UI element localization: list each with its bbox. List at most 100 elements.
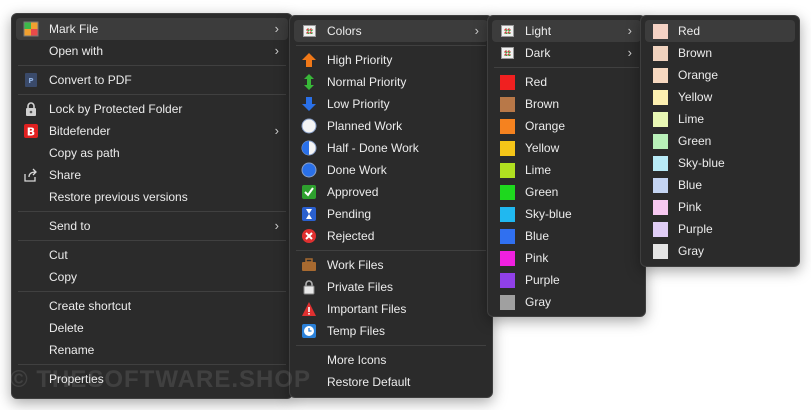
menu-item-half-done-work[interactable]: Half - Done Work (294, 137, 488, 159)
lock-icon (23, 101, 39, 117)
clock-icon (301, 323, 317, 339)
menu-item-light-blue[interactable]: Blue (645, 174, 795, 196)
color-swatch (652, 45, 668, 61)
menu-item-work-files[interactable]: Work Files (294, 254, 488, 276)
menu-item-send-to[interactable]: Send to › (16, 215, 288, 237)
x-icon (301, 228, 317, 244)
menu-item-copy[interactable]: Copy (16, 266, 288, 288)
menu-item-light-sky-blue[interactable]: Sky-blue (645, 152, 795, 174)
menu-item-open-with[interactable]: Open with › (16, 40, 288, 62)
menu-item-label: Lime (525, 163, 552, 177)
menu-item-light-green[interactable]: Green (645, 130, 795, 152)
light-colors-submenu: Red Brown Orange Yellow Lime Green Sky-blue Blu… (640, 15, 800, 267)
menu-item-copy-as-path[interactable]: Copy as path (16, 142, 288, 164)
menu-item-color-brown[interactable]: Brown (492, 93, 641, 115)
menu-item-light[interactable]: Light › (492, 20, 641, 42)
menu-separator (18, 291, 286, 292)
menu-item-color-red[interactable]: Red (492, 71, 641, 93)
check-icon (301, 184, 317, 200)
color-swatch (652, 243, 668, 259)
menu-item-label: Gray (525, 295, 552, 309)
menu-item-light-pink[interactable]: Pink (645, 196, 795, 218)
menu-item-color-orange[interactable]: Orange (492, 115, 641, 137)
briefcase-icon (301, 257, 317, 273)
menu-item-high-priority[interactable]: High Priority (294, 49, 488, 71)
color-swatch-icon (499, 96, 515, 112)
pdf-icon: P (23, 72, 39, 88)
menu-item-delete[interactable]: Delete (16, 317, 288, 339)
menu-item-more-icons[interactable]: More Icons (294, 349, 488, 371)
menu-item-rename[interactable]: Rename (16, 339, 288, 361)
menu-item-cut[interactable]: Cut (16, 244, 288, 266)
menu-item-temp-files[interactable]: Temp Files (294, 320, 488, 342)
menu-item-private-files[interactable]: Private Files (294, 276, 488, 298)
menu-item-color-yellow[interactable]: Yellow (492, 137, 641, 159)
menu-item-important-files[interactable]: Important Files (294, 298, 488, 320)
menu-item-light-red[interactable]: Red (645, 20, 795, 42)
color-swatch-icon (499, 272, 515, 288)
menu-item-share[interactable]: Share (16, 164, 288, 186)
menu-item-restore-previous-versions[interactable]: Restore previous versions (16, 186, 288, 208)
menu-item-pending[interactable]: Pending (294, 203, 488, 225)
color-swatch (652, 199, 668, 215)
color-swatch-icon (499, 184, 515, 200)
color-swatch-icon (652, 133, 668, 149)
menu-item-label: Yellow (678, 90, 713, 104)
color-swatch (652, 89, 668, 105)
palette-icon (499, 23, 515, 39)
menu-item-approved[interactable]: Approved (294, 181, 488, 203)
colors-submenu: Light › Dark › Red Brown Orange Yellow Lime G… (487, 15, 646, 317)
chevron-right-icon: › (627, 23, 632, 38)
warning-icon (301, 301, 317, 317)
menu-item-rejected[interactable]: Rejected (294, 225, 488, 247)
menu-item-mark-file[interactable]: Mark File › (16, 18, 288, 40)
context-menu: Mark File › Open with › P Convert to PDF… (11, 13, 293, 399)
menu-item-properties[interactable]: Properties (16, 368, 288, 390)
menu-item-light-purple[interactable]: Purple (645, 218, 795, 240)
color-swatch (652, 67, 668, 83)
menu-item-bitdefender[interactable]: B Bitdefender › (16, 120, 288, 142)
menu-item-label: Brown (678, 46, 713, 60)
color-swatch-icon (652, 243, 668, 259)
menu-item-dark[interactable]: Dark › (492, 42, 641, 64)
menu-item-color-sky-blue[interactable]: Sky-blue (492, 203, 641, 225)
menu-item-color-purple[interactable]: Purple (492, 269, 641, 291)
menu-item-color-gray[interactable]: Gray (492, 291, 641, 313)
color-swatch (652, 155, 668, 171)
menu-item-label: Red (678, 24, 701, 38)
arrow-down-icon (301, 96, 317, 112)
menu-item-low-priority[interactable]: Low Priority (294, 93, 488, 115)
menu-item-light-gray[interactable]: Gray (645, 240, 795, 262)
menu-item-colors[interactable]: Colors › (294, 20, 488, 42)
menu-item-color-blue[interactable]: Blue (492, 225, 641, 247)
padlock-icon (301, 279, 317, 295)
menu-item-done-work[interactable]: Done Work (294, 159, 488, 181)
menu-item-lock-protected-folder[interactable]: Lock by Protected Folder (16, 98, 288, 120)
menu-item-label: Sky-blue (525, 207, 572, 221)
menu-item-normal-priority[interactable]: Normal Priority (294, 71, 488, 93)
menu-item-label: Green (678, 134, 712, 148)
palette-icon (499, 45, 515, 61)
color-swatch-icon (652, 23, 668, 39)
menu-item-create-shortcut[interactable]: Create shortcut (16, 295, 288, 317)
svg-text:P: P (28, 77, 33, 85)
menu-item-planned-work[interactable]: Planned Work (294, 115, 488, 137)
menu-item-light-yellow[interactable]: Yellow (645, 86, 795, 108)
menu-item-label: Pink (678, 200, 702, 214)
menu-item-color-green[interactable]: Green (492, 181, 641, 203)
menu-item-restore-default[interactable]: Restore Default (294, 371, 488, 393)
chevron-right-icon: › (274, 218, 279, 233)
menu-item-light-orange[interactable]: Orange (645, 64, 795, 86)
menu-item-light-brown[interactable]: Brown (645, 42, 795, 64)
color-swatch (499, 184, 515, 200)
mark-file-icon (23, 21, 39, 37)
menu-item-color-lime[interactable]: Lime (492, 159, 641, 181)
arrows-updown-icon (301, 74, 317, 90)
color-swatch (499, 96, 515, 112)
menu-item-light-lime[interactable]: Lime (645, 108, 795, 130)
menu-item-color-pink[interactable]: Pink (492, 247, 641, 269)
color-swatch-icon (652, 155, 668, 171)
color-swatch (499, 162, 515, 178)
menu-item-label: Yellow (525, 141, 560, 155)
menu-item-convert-to-pdf[interactable]: P Convert to PDF (16, 69, 288, 91)
